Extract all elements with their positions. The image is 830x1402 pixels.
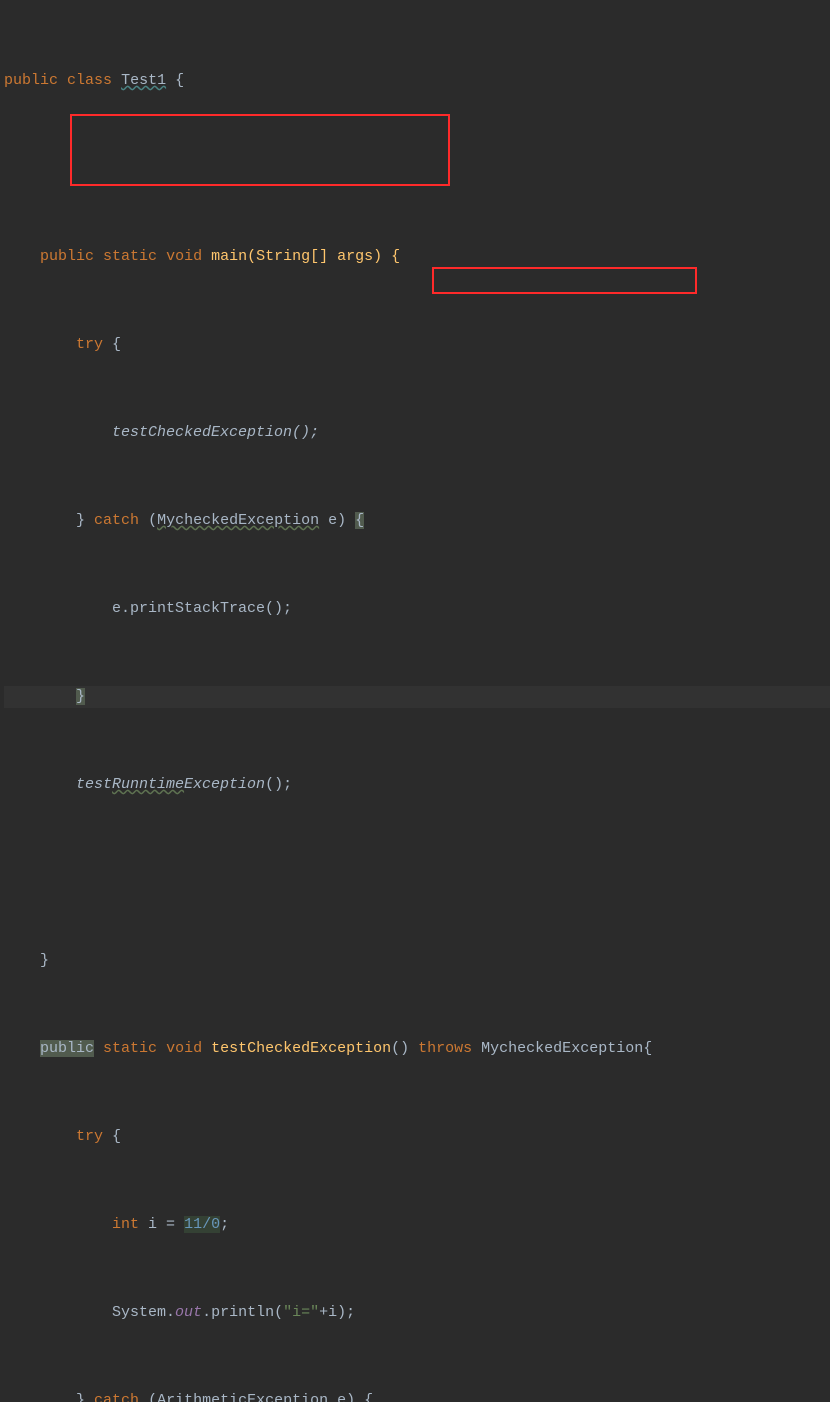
code-line: testCheckedException();: [4, 422, 830, 444]
matched-brace: }: [76, 688, 85, 705]
string-literal: "i=": [283, 1304, 319, 1321]
code-line: try {: [4, 1126, 830, 1148]
statement: e.printStackTrace();: [112, 600, 292, 617]
code-line: public class Test1 {: [4, 70, 830, 92]
code-line: try {: [4, 334, 830, 356]
class-name: Test1: [121, 72, 166, 89]
method-testCheckedException: testCheckedException: [211, 1040, 391, 1057]
keyword: class: [67, 72, 112, 89]
literal: 11: [184, 1216, 202, 1233]
blank-line: [4, 158, 830, 180]
throws-type: MycheckedException: [472, 1040, 643, 1057]
brace: {: [175, 72, 184, 89]
annotation-box-throws: [432, 267, 697, 294]
code-line: e.printStackTrace();: [4, 598, 830, 620]
code-editor[interactable]: public class Test1 { public static void …: [0, 0, 830, 1402]
method-call: testCheckedException();: [112, 424, 319, 441]
current-line: }: [4, 686, 830, 708]
code-line: public static void testCheckedException(…: [4, 1038, 830, 1060]
field-out: out: [175, 1304, 202, 1321]
code-line: } catch (ArithmeticException e) {: [4, 1390, 830, 1402]
code-line: testRunntimeException();: [4, 774, 830, 796]
code-line: System.out.println("i="+i);: [4, 1302, 830, 1324]
throws-keyword: throws: [418, 1040, 472, 1057]
blank-line: [4, 862, 830, 884]
literal: 0: [211, 1216, 220, 1233]
code-line: }: [4, 950, 830, 972]
code-line: } catch (MycheckedException e) {: [4, 510, 830, 532]
matched-brace: {: [355, 512, 364, 529]
keyword: public: [4, 72, 58, 89]
code-line: int i = 11/0;: [4, 1214, 830, 1236]
code-line: public static void main(String[] args) {: [4, 246, 830, 268]
exception-type: MycheckedException: [157, 512, 319, 529]
method-main: main(String[] args) {: [211, 248, 400, 265]
